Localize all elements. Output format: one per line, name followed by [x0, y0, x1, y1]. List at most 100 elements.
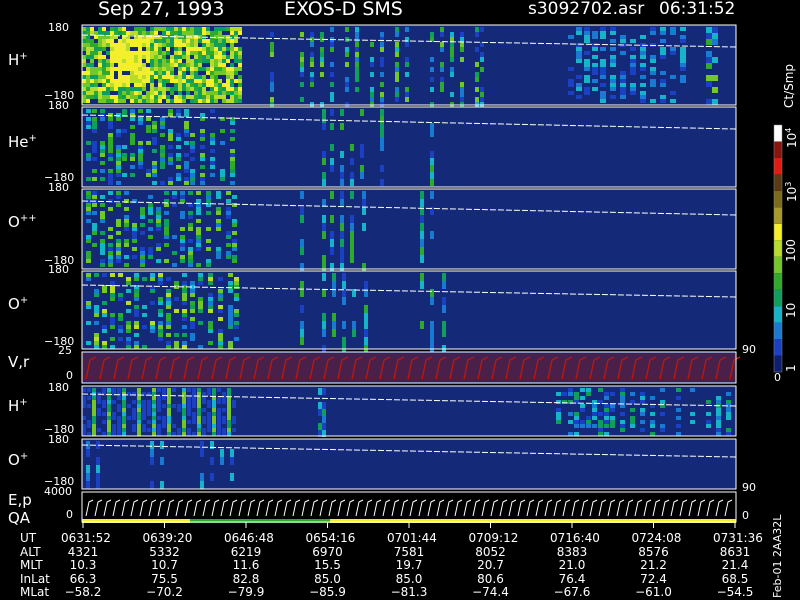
velocity-band	[82, 354, 736, 381]
footer-cell: 0724:08	[631, 531, 682, 545]
colorbar-swatch-11	[774, 174, 782, 191]
ymax-h-plus: 180	[48, 21, 69, 34]
plot-instrument: EXOS-D SMS	[284, 0, 403, 20]
panel-label-he-plus: He+	[8, 133, 37, 151]
colorbar-low-label: 0	[774, 371, 781, 384]
colorbar-swatch-13	[774, 141, 782, 158]
footer-cell: 0701:44	[387, 531, 437, 545]
footer-cell: 0731:36	[713, 531, 763, 545]
footer-cell: 85.0	[395, 571, 423, 586]
footer-cell: −74.4	[472, 585, 509, 599]
colorbar-swatch-6	[774, 256, 782, 274]
ymax-vr: 25	[58, 344, 72, 357]
right-tick-vr: 90	[742, 343, 756, 356]
panel-label-o-plusplus: O++	[8, 213, 37, 231]
colorbar-tick-1000: 103	[784, 181, 799, 202]
footer-cell: 6970	[312, 544, 343, 559]
panel-label-qa: QA	[8, 509, 31, 527]
footer-cell: 15.5	[314, 558, 341, 572]
footer-cell: −58.2	[64, 585, 102, 599]
footer-cell: −70.2	[146, 585, 183, 599]
footer-cell: 8052	[475, 544, 506, 559]
colorbar-swatch-9	[774, 207, 782, 224]
colorbar-swatch-2	[774, 322, 782, 340]
colorbar-swatch-12	[774, 157, 782, 175]
footer-cell: 0639:20	[142, 531, 193, 545]
footer-cell: 76.4	[558, 571, 586, 586]
footer-cell: −81.3	[390, 585, 428, 599]
footer-cell: 0646:48	[224, 531, 274, 545]
footer-row-label-ut: UT	[20, 531, 37, 545]
spectrogram-svg	[81, 24, 783, 528]
colorbar-tick-100: 100	[784, 239, 798, 262]
colorbar-swatch-5	[774, 273, 782, 290]
footer-cell: 10.7	[151, 558, 178, 572]
footer-cell: 72.4	[640, 571, 667, 586]
footer-row-label-mlt: MLT	[20, 558, 43, 572]
footer-cell: −67.6	[553, 585, 591, 599]
footer-cell: 21.4	[721, 558, 749, 572]
right-tick-o-plus-2: 90	[742, 481, 756, 494]
colorbar-swatch-1	[774, 339, 782, 356]
ymax-h-plus-2: 180	[48, 381, 69, 394]
colorbar-swatch-7	[774, 240, 782, 257]
footer-cell: 6219	[230, 544, 262, 559]
colorbar-swatch-4	[774, 289, 782, 307]
side-note: Feb-01 2AA32L	[771, 514, 784, 598]
footer-cell: 75.5	[151, 571, 178, 586]
footer-row-label-inlat: InLat	[20, 571, 50, 586]
footer-cell: 5332	[149, 544, 180, 559]
colorbar-tick-1: 1	[784, 364, 798, 372]
footer-row-label-mlat: MLat	[20, 585, 50, 599]
ymax-o-plus-2: 180	[48, 433, 69, 446]
footer-cell: 0631:52	[61, 531, 111, 545]
ymax-o-plus: 180	[48, 263, 69, 276]
ymin-vr: 0	[66, 369, 73, 382]
ymin-ep: 0	[66, 508, 73, 521]
colorbar-swatch-3	[774, 306, 782, 323]
footer-cell: 21.0	[558, 558, 586, 572]
footer-cell: 68.5	[721, 571, 749, 586]
footer-cell: −61.0	[635, 585, 672, 599]
footer-cell: 0716:40	[550, 531, 600, 545]
footer-cell: 82.8	[232, 571, 260, 586]
ep-panel-bg	[82, 492, 736, 522]
ymax-ep: 4000	[44, 485, 72, 498]
footer-cell: 66.3	[69, 571, 97, 586]
colorbar-tick-10000: 104	[784, 127, 799, 148]
colorbar-unit: Ct/Smp	[782, 63, 796, 108]
footer-cell: 8383	[556, 544, 588, 559]
panel-label-o-plus-2: O+	[8, 451, 29, 469]
plot-file: s3092702.asr	[528, 0, 645, 19]
footer-cell: 11.6	[232, 558, 260, 572]
footer-cell: 19.7	[395, 558, 423, 572]
panel-bg-o-plus	[82, 271, 736, 349]
panel-label-o-plus: O+	[8, 295, 29, 313]
footer-cell: 8631	[719, 544, 751, 559]
footer-cell: 0654:16	[305, 531, 356, 545]
ymax-he-plus: 180	[48, 99, 69, 112]
footer-cell: 10.3	[69, 558, 97, 572]
plot-date: Sep 27, 1993	[98, 0, 225, 20]
ion-spectrogram-figure: Sep 27, 1993 EXOS-D SMS s3092702.asr 06:…	[0, 0, 800, 600]
colorbar-swatch-8	[774, 223, 782, 241]
footer-cell: 20.7	[477, 558, 504, 572]
plot-time: 06:31:52	[659, 0, 736, 19]
footer-row-label-alt: ALT	[20, 544, 41, 559]
panel-label-h-plus: H+	[8, 51, 28, 69]
colorbar-tick-10: 10	[784, 302, 798, 318]
colorbar-swatch-0	[774, 355, 782, 372]
ymax-o-plusplus: 180	[48, 181, 69, 194]
footer-cell: 4321	[67, 544, 99, 559]
footer-cell: 7581	[393, 544, 425, 559]
panel-label-ep: E,p	[8, 491, 32, 509]
panel-label-vr: V,r	[8, 353, 30, 371]
footer-cell: 0709:12	[468, 531, 519, 545]
right-tick-ep: 0	[742, 509, 749, 522]
footer-cell: 21.2	[640, 558, 667, 572]
footer-cell: −79.9	[227, 585, 265, 599]
footer-cell: −85.9	[309, 585, 346, 599]
footer-cell: −54.5	[716, 585, 754, 599]
colorbar-swatch-10	[774, 190, 782, 208]
dense-block-h-plus	[82, 27, 242, 103]
